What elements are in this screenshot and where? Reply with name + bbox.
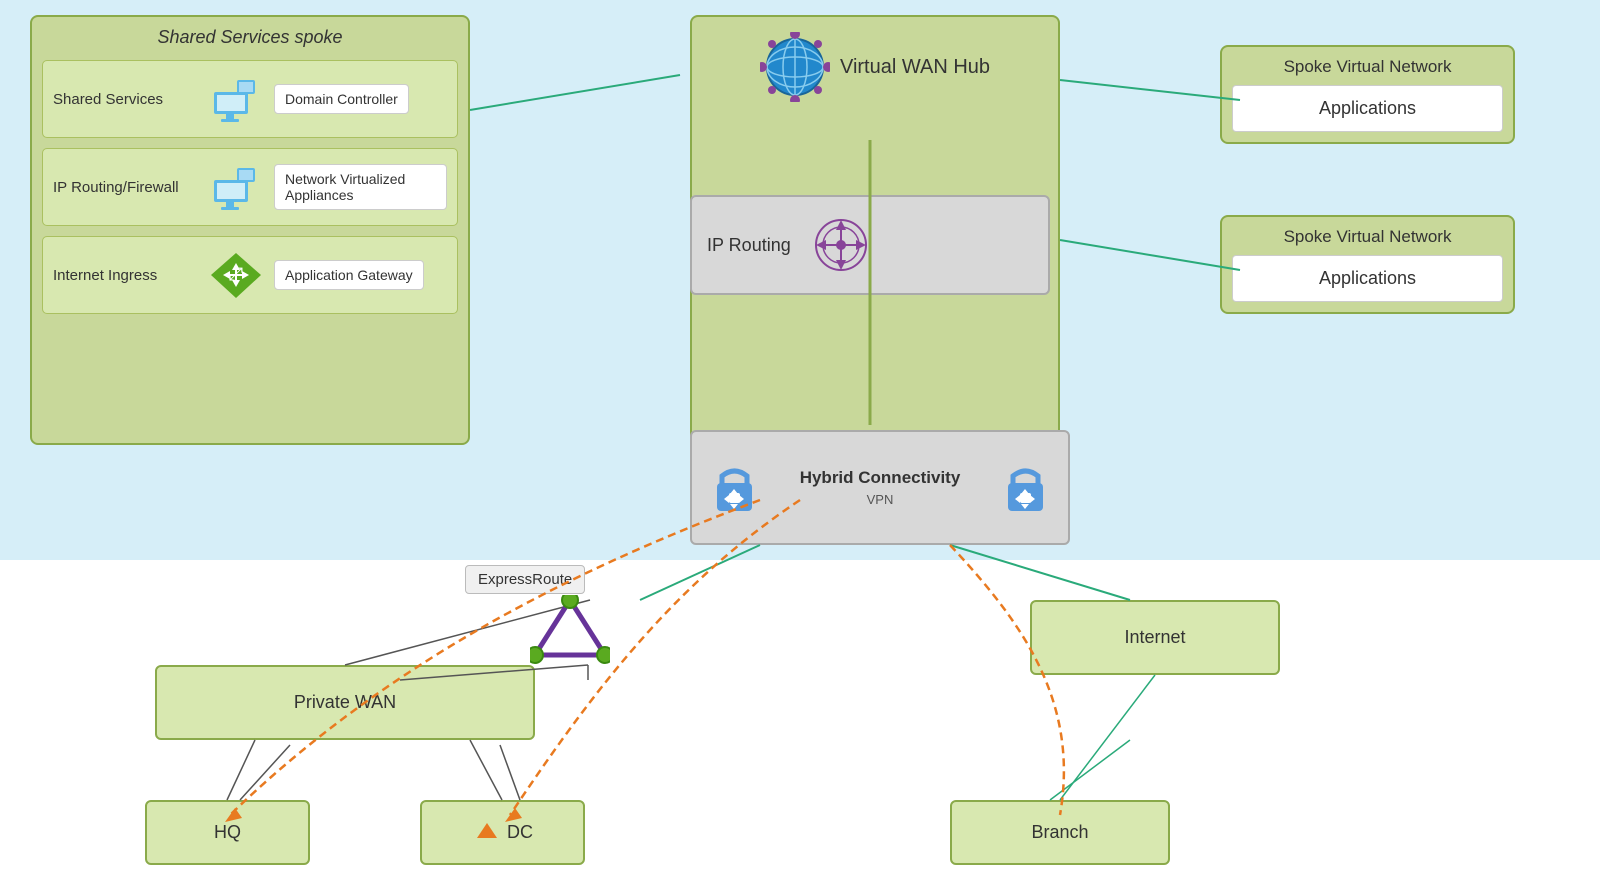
branch-label: Branch [1031, 822, 1088, 843]
wan-hub-title: Virtual WAN Hub [840, 56, 990, 79]
hybrid-connectivity-label: Hybrid Connectivity VPN [800, 468, 961, 507]
server-icon-2 [206, 157, 266, 217]
shared-services-spoke: Shared Services spoke Shared Services Do… [30, 15, 470, 445]
expressroute-label: ExpressRoute [465, 565, 585, 594]
spoke-vnet-2: Spoke Virtual Network Applications [1220, 215, 1515, 314]
internet-ingress-label: Internet Ingress [53, 267, 198, 284]
hq-box: HQ [145, 800, 310, 865]
lock-icon-left: ✛ [707, 458, 762, 518]
dc-label: DC [507, 822, 533, 843]
ip-routing-row: IP Routing/Firewall Network Virtualized … [42, 148, 458, 226]
spoke-vnet-1-inner: Applications [1232, 85, 1503, 132]
shared-services-row: Shared Services Domain Controller [42, 60, 458, 138]
ip-routing-box: IP Routing [690, 195, 1050, 295]
spoke-vnet-2-title: Spoke Virtual Network [1232, 227, 1503, 247]
shared-services-label: Shared Services [53, 91, 198, 108]
network-virtualized-label: Network Virtualized Appliances [274, 164, 447, 210]
internet-box: Internet [1030, 600, 1280, 675]
wan-hub-header: Virtual WAN Hub [692, 17, 1058, 112]
hybrid-connectivity-box: ✛ Hybrid Connectivity VPN [690, 430, 1070, 545]
internet-ingress-row: Internet Ingress ⤢ Application Gateway [42, 236, 458, 314]
lock-icon-right [998, 458, 1053, 518]
branch-box: Branch [950, 800, 1170, 865]
ip-routing-label: IP Routing/Firewall [53, 179, 198, 196]
domain-controller-label: Domain Controller [274, 84, 409, 114]
dc-arrow-icon [472, 818, 502, 848]
routing-icon [811, 215, 871, 275]
ip-routing-text: IP Routing [707, 235, 791, 256]
hq-label: HQ [214, 822, 241, 843]
dc-box: DC [420, 800, 585, 865]
expressroute-icon [530, 595, 610, 670]
server-icon-1 [206, 69, 266, 129]
spoke-vnet-2-inner: Applications [1232, 255, 1503, 302]
private-wan-label: Private WAN [294, 692, 396, 713]
application-gateway-label: Application Gateway [274, 260, 424, 290]
shared-services-spoke-title: Shared Services spoke [42, 27, 458, 48]
private-wan-box: Private WAN [155, 665, 535, 740]
internet-label: Internet [1124, 627, 1185, 648]
spoke-vnet-1: Spoke Virtual Network Applications [1220, 45, 1515, 144]
gateway-icon: ⤢ [206, 245, 266, 305]
globe-icon [760, 32, 830, 102]
svg-text:✛: ✛ [730, 494, 738, 504]
spoke-vnet-1-title: Spoke Virtual Network [1232, 57, 1503, 77]
